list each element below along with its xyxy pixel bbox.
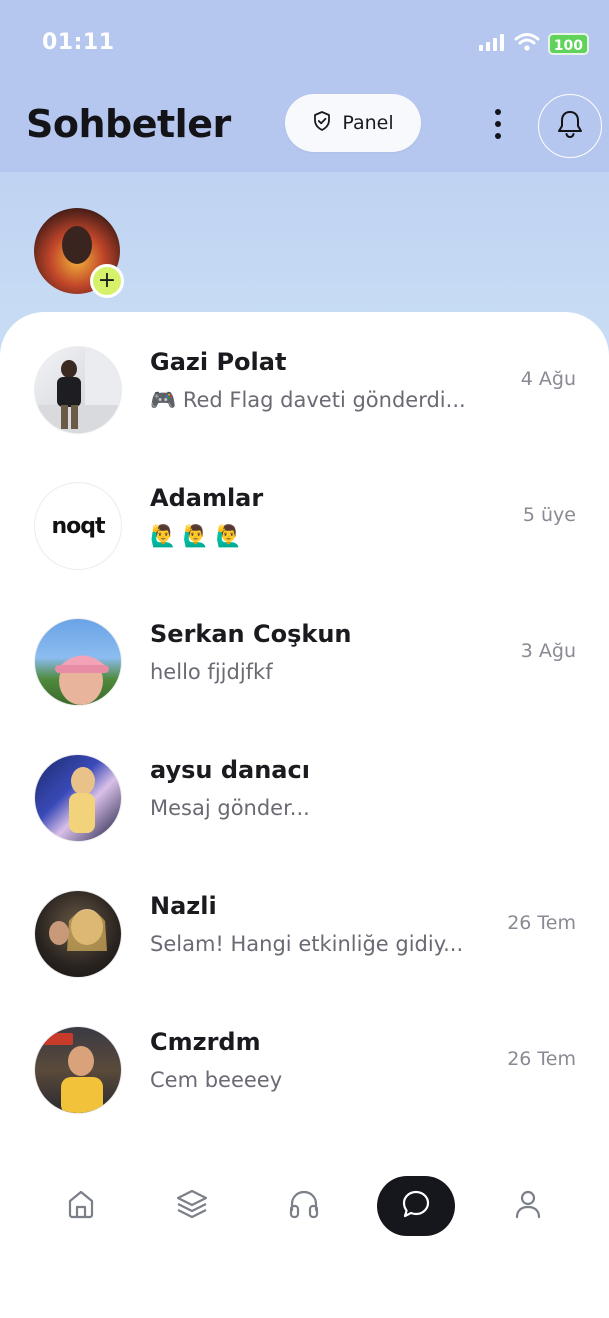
chat-preview: 🎮 Red Flag daveti gönderdi... [150, 388, 466, 412]
chat-name: Gazi Polat [150, 348, 287, 376]
home-icon [65, 1188, 97, 1224]
signal-icon [478, 32, 506, 56]
avatar [34, 346, 122, 434]
member-count: 5 üye [522, 504, 576, 526]
status-icons: 100 [478, 32, 589, 56]
panel-button-label: Panel [342, 112, 394, 134]
notifications-button[interactable] [538, 94, 602, 158]
bottom-navigation [0, 1176, 609, 1238]
chat-preview: 🙋‍♂️ 🙋‍♂️ 🙋‍♂️ [150, 524, 242, 548]
chat-date: 4 Ağu [520, 368, 576, 390]
chat-date: 26 Tem [507, 912, 576, 934]
chat-row-nazli[interactable]: Nazli Selam! Hangi etkinliğe gidiy... 26… [0, 890, 609, 1010]
bell-icon [556, 109, 584, 143]
chat-name: Nazli [150, 892, 217, 920]
chat-date: 26 Tem [507, 1048, 576, 1070]
headphones-icon [288, 1188, 320, 1224]
chat-row-adamlar[interactable]: noqt Adamlar 🙋‍♂️ 🙋‍♂️ 🙋‍♂️ 5 üye [0, 482, 609, 602]
chat-row-aysu-danaci[interactable]: aysu danacı Mesaj gönder... [0, 754, 609, 874]
chat-name: Serkan Coşkun [150, 620, 352, 648]
layers-icon [175, 1188, 209, 1224]
nav-chats[interactable] [377, 1176, 455, 1236]
shield-check-icon [312, 110, 332, 136]
status-time: 01:11 [42, 30, 115, 55]
avatar [34, 754, 122, 842]
battery-icon: 100 [547, 33, 589, 55]
nav-layers[interactable] [153, 1176, 231, 1236]
chat-row-gazi-polat[interactable]: Gazi Polat 🎮 Red Flag daveti gönderdi...… [0, 346, 609, 466]
more-options-button[interactable] [484, 104, 512, 148]
chat-preview: hello fjjdjfkf [150, 660, 273, 684]
nav-audio[interactable] [265, 1176, 343, 1236]
chat-name: Adamlar [150, 484, 264, 512]
group-avatar: noqt [34, 482, 122, 570]
chat-row-cmzrdm[interactable]: Cmzrdm Cem beeeey 26 Tem [0, 1026, 609, 1146]
my-story[interactable]: + [34, 208, 124, 298]
chat-name: aysu danacı [150, 756, 310, 784]
chat-list: Gazi Polat 🎮 Red Flag daveti gönderdi...… [0, 312, 609, 1318]
more-vertical-icon [494, 107, 502, 145]
chat-date: 3 Ağu [520, 640, 576, 662]
chat-name: Cmzrdm [150, 1028, 261, 1056]
group-logo: noqt [51, 513, 105, 539]
chat-preview: Selam! Hangi etkinliğe gidiy... [150, 932, 464, 956]
avatar [34, 890, 122, 978]
avatar [34, 1026, 122, 1114]
panel-button[interactable]: Panel [285, 94, 421, 152]
add-story-button[interactable]: + [90, 264, 124, 298]
chat-preview: Mesaj gönder... [150, 796, 310, 820]
chat-icon [400, 1188, 432, 1224]
avatar [34, 618, 122, 706]
chat-preview: Cem beeeey [150, 1068, 283, 1092]
page-title: Sohbetler [26, 102, 231, 146]
profile-icon [512, 1188, 544, 1224]
wifi-icon [514, 32, 540, 56]
nav-profile[interactable] [489, 1176, 567, 1236]
nav-home[interactable] [42, 1176, 120, 1236]
chat-row-serkan-coskun[interactable]: Serkan Coşkun hello fjjdjfkf 3 Ağu [0, 618, 609, 738]
